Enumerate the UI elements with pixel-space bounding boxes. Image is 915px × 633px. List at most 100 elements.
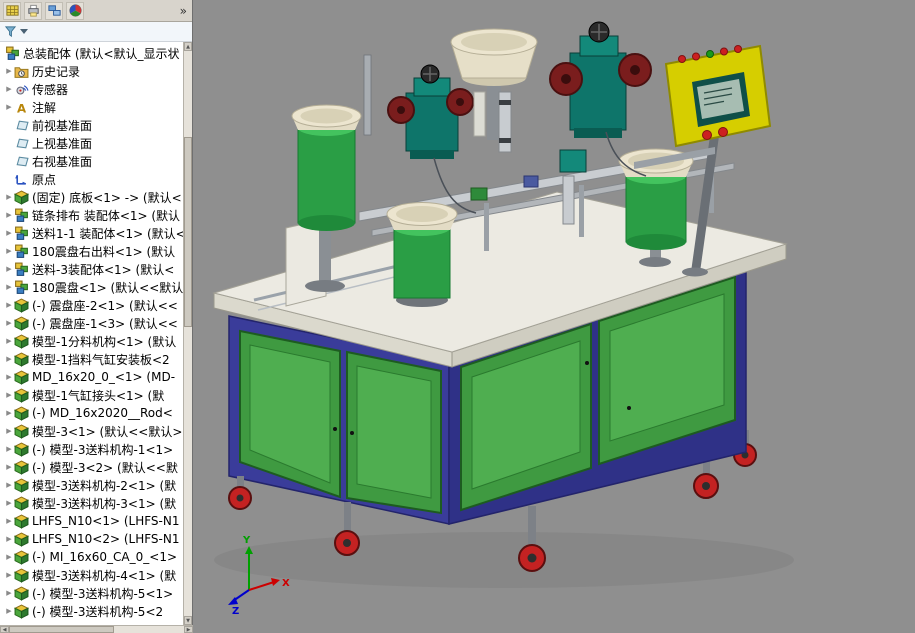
tree-item[interactable]: ▶ A 注解: [0, 98, 183, 116]
appearance-wheel-icon[interactable]: [66, 2, 84, 20]
expand-arrow-icon[interactable]: ▶: [4, 260, 14, 278]
expand-arrow-icon[interactable]: ▶: [4, 422, 14, 440]
tree-item-label: LHFS_N10<1> (LHFS-N1: [32, 514, 179, 528]
tree-item[interactable]: ▶ 传感器: [0, 80, 183, 98]
part-icon: [14, 190, 29, 205]
scroll-down-icon[interactable]: ▼: [184, 616, 192, 625]
tree-item[interactable]: ▶ (-) 震盘座-2<1> (默认<<: [0, 296, 183, 314]
expand-arrow-icon[interactable]: ▶: [4, 404, 14, 422]
expand-arrow-icon[interactable]: ▶: [4, 206, 14, 224]
tree-item[interactable]: ▶ 180震盘<1> (默认<<默认: [0, 278, 183, 296]
tree-vertical-scrollbar[interactable]: ▲ ▼: [183, 42, 192, 625]
expand-arrow-icon[interactable]: ▶: [4, 584, 14, 602]
tree-item[interactable]: ▶ MD_16x20_0_<1> (MD-: [0, 368, 183, 386]
tree-item[interactable]: 总装配体 (默认<默认_显示状: [0, 44, 183, 62]
assembly-icon: [14, 226, 29, 241]
bowl-feeder-center: [387, 203, 457, 308]
expand-arrow-icon[interactable]: ▶: [4, 512, 14, 530]
tree-item-label: 180震盘右出料<1> (默认: [32, 243, 175, 260]
tree-item[interactable]: ▶ 模型-1挡料气缸安装板<2: [0, 350, 183, 368]
expand-arrow-icon[interactable]: ▶: [4, 98, 14, 116]
tree-item[interactable]: ▶ (-) MI_16x60_CA_0_<1>: [0, 548, 183, 566]
plane-icon: [14, 136, 29, 151]
vertical-scroll-thumb[interactable]: [184, 137, 192, 327]
feature-manager-panel: » 总装配体 (默认<默认_显示状 ▶ 历史记录 ▶ 传感器 ▶ A 注解 前视…: [0, 0, 193, 633]
tree-item[interactable]: ▶ 模型-1分料机构<1> (默认: [0, 332, 183, 350]
part-icon: [14, 532, 29, 547]
expand-arrow-icon[interactable]: ▶: [4, 314, 14, 332]
tree-item[interactable]: ▶ 模型-3送料机构-4<1> (默: [0, 566, 183, 584]
assembly-machine-model: Y X Z: [194, 0, 915, 633]
grid-document-icon[interactable]: [3, 2, 21, 20]
tree-item[interactable]: ▶ (-) 模型-3<2> (默认<<默: [0, 458, 183, 476]
expand-arrow-icon[interactable]: ▶: [4, 332, 14, 350]
print-icon[interactable]: [24, 2, 42, 20]
tree-item-label: 原点: [32, 171, 56, 188]
drawing-views-icon[interactable]: [45, 2, 63, 20]
tree-item-label: 前视基准面: [32, 117, 92, 134]
expand-arrow-icon[interactable]: ▶: [4, 350, 14, 368]
expand-arrow-icon[interactable]: ▶: [4, 80, 14, 98]
assembly-icon: [5, 46, 20, 61]
tree-item-label: 送料-3装配体<1> (默认<: [32, 261, 174, 278]
tree-item-label: 模型-3送料机构-3<1> (默: [32, 495, 176, 512]
tree-item[interactable]: ▶ (-) 震盘座-1<3> (默认<<: [0, 314, 183, 332]
tree-item[interactable]: ▶ 模型-3<1> (默认<<默认>: [0, 422, 183, 440]
expand-arrow-icon[interactable]: ▶: [4, 458, 14, 476]
scroll-up-icon[interactable]: ▲: [184, 42, 192, 51]
filter-funnel-icon[interactable]: [4, 25, 17, 38]
tree-item[interactable]: ▶ (-) 模型-3送料机构-1<1>: [0, 440, 183, 458]
expand-arrow-icon[interactable]: ▶: [4, 440, 14, 458]
tree-item[interactable]: ▶ 送料-3装配体<1> (默认<: [0, 260, 183, 278]
expand-arrow-icon[interactable]: ▶: [4, 386, 14, 404]
tree-item[interactable]: 原点: [0, 170, 183, 188]
expand-arrow-icon[interactable]: ▶: [4, 494, 14, 512]
tree-item[interactable]: ▶ (-) 模型-3送料机构-5<2: [0, 602, 183, 620]
expand-arrow-icon[interactable]: ▶: [4, 224, 14, 242]
expand-arrow-icon[interactable]: ▶: [4, 548, 14, 566]
expand-arrow-icon[interactable]: ▶: [4, 566, 14, 584]
part-icon: [14, 514, 29, 529]
tree-item-label: (-) 震盘座-2<1> (默认<<: [32, 297, 178, 314]
door-handle: [350, 431, 354, 435]
assembly-icon: [14, 208, 29, 223]
tree-item[interactable]: ▶ 180震盘右出料<1> (默认: [0, 242, 183, 260]
tree-item[interactable]: ▶ 历史记录: [0, 62, 183, 80]
tree-horizontal-scrollbar[interactable]: ◀ ▶: [0, 625, 193, 633]
toolbar-overflow-chevron-icon[interactable]: »: [180, 4, 189, 18]
top-toolbar: »: [0, 0, 192, 22]
chevron-down-icon[interactable]: [20, 29, 28, 34]
assembly-icon: [14, 262, 29, 277]
expand-arrow-icon[interactable]: ▶: [4, 62, 14, 80]
expand-arrow-icon[interactable]: ▶: [4, 530, 14, 548]
part-icon: [14, 406, 29, 421]
tree-item[interactable]: ▶ LHFS_N10<1> (LHFS-N1: [0, 512, 183, 530]
expand-arrow-icon[interactable]: ▶: [4, 296, 14, 314]
tree-item[interactable]: ▶ (-) MD_16x2020__Rod<: [0, 404, 183, 422]
expand-arrow-icon[interactable]: ▶: [4, 368, 14, 386]
expand-arrow-icon[interactable]: ▶: [4, 278, 14, 296]
tree-item[interactable]: ▶ 模型-1气缸接头<1> (默: [0, 386, 183, 404]
scroll-right-icon[interactable]: ▶: [184, 626, 193, 633]
bowl-feeder-top: [451, 29, 537, 140]
tree-item[interactable]: 上视基准面: [0, 134, 183, 152]
tree-item[interactable]: ▶ 链条排布 装配体<1> (默认: [0, 206, 183, 224]
tree-item[interactable]: ▶ LHFS_N10<2> (LHFS-N1: [0, 530, 183, 548]
scroll-left-icon[interactable]: ◀: [0, 626, 9, 633]
expand-arrow-icon[interactable]: ▶: [4, 188, 14, 206]
expand-arrow-icon[interactable]: ▶: [4, 602, 14, 620]
tree-item[interactable]: ▶ 模型-3送料机构-2<1> (默: [0, 476, 183, 494]
tree-item[interactable]: 右视基准面: [0, 152, 183, 170]
part-icon: [14, 316, 29, 331]
tree-item[interactable]: ▶ 送料1-1 装配体<1> (默认<: [0, 224, 183, 242]
tree-item[interactable]: ▶ 模型-3送料机构-3<1> (默: [0, 494, 183, 512]
horizontal-scroll-thumb[interactable]: [9, 626, 114, 633]
tree-item[interactable]: ▶ (固定) 底板<1> -> (默认<: [0, 188, 183, 206]
expand-arrow-icon[interactable]: ▶: [4, 242, 14, 260]
annotation-icon: A: [14, 100, 29, 115]
expand-arrow-icon[interactable]: ▶: [4, 476, 14, 494]
tree-item[interactable]: ▶ (-) 模型-3送料机构-5<1>: [0, 584, 183, 602]
part-icon: [14, 388, 29, 403]
graphics-viewport[interactable]: Y X Z: [194, 0, 915, 633]
tree-item[interactable]: 前视基准面: [0, 116, 183, 134]
